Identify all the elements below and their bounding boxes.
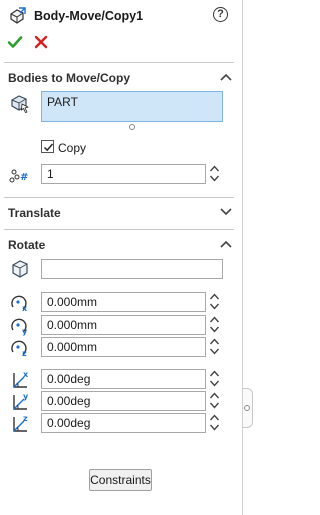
cube-origin-icon: [12, 260, 28, 278]
page-title: Body-Move/Copy1: [34, 9, 144, 23]
number-of-copies-icon: #: [9, 169, 28, 183]
z-angle-input[interactable]: 0.00deg: [41, 413, 206, 433]
copies-spinner[interactable]: [207, 164, 222, 184]
solid-body-icon: [11, 95, 30, 113]
chevron-down-icon[interactable]: [209, 379, 220, 388]
checkmark-icon[interactable]: [7, 34, 23, 50]
x-angle-spinner[interactable]: [207, 369, 222, 389]
chevron-down-icon[interactable]: [209, 347, 220, 356]
x-offset-spinner[interactable]: [207, 292, 222, 312]
svg-text:y: y: [22, 327, 28, 336]
title-row: Body-Move/Copy1 ?: [0, 0, 243, 32]
section-title-rotate[interactable]: Rotate: [8, 238, 45, 252]
chevron-down-icon[interactable]: [209, 423, 220, 432]
x-angle-input[interactable]: 0.00deg: [41, 369, 206, 389]
collapse-handle-dot: [244, 405, 250, 411]
y-angle-spinner[interactable]: [207, 391, 222, 411]
chevron-up-icon[interactable]: [220, 73, 232, 81]
checkmark-icon: [43, 143, 54, 152]
svg-text:z: z: [23, 414, 28, 423]
property-manager-panel: Body-Move/Copy1 ? Bodies to Move/Copy PA…: [0, 0, 243, 515]
svg-text:x: x: [23, 370, 29, 379]
chevron-down-icon[interactable]: [209, 401, 220, 410]
copy-checkbox[interactable]: [41, 140, 54, 153]
divider: [4, 229, 234, 230]
chevron-up-icon[interactable]: [209, 413, 220, 422]
x-rotate-icon: x: [13, 370, 29, 388]
panel-collapse-handle[interactable]: [243, 388, 253, 428]
chevron-up-icon[interactable]: [209, 337, 220, 346]
divider: [4, 62, 234, 63]
constraints-button[interactable]: Constraints: [89, 469, 152, 491]
section-title-bodies[interactable]: Bodies to Move/Copy: [8, 71, 130, 85]
svg-text:x: x: [22, 304, 28, 313]
rotation-origin-input[interactable]: [41, 259, 223, 279]
chevron-up-icon[interactable]: [209, 164, 220, 173]
list-resize-handle[interactable]: [129, 124, 135, 130]
y-delta-icon: y: [11, 318, 28, 336]
z-delta-icon: z: [11, 340, 27, 358]
z-rotate-icon: z: [13, 414, 28, 432]
chevron-up-icon[interactable]: [209, 315, 220, 324]
divider: [4, 197, 234, 198]
chevron-up-icon[interactable]: [209, 292, 220, 301]
svg-text:z: z: [22, 349, 27, 358]
chevron-down-icon[interactable]: [209, 325, 220, 334]
move-copy-body-icon: [10, 7, 26, 24]
chevron-down-icon[interactable]: [209, 174, 220, 183]
chevron-up-icon[interactable]: [209, 391, 220, 400]
svg-text:#: #: [20, 172, 28, 183]
x-delta-icon: x: [11, 295, 28, 313]
chevron-down-icon[interactable]: [209, 302, 220, 311]
x-offset-input[interactable]: 0.000mm: [41, 292, 206, 312]
z-offset-input[interactable]: 0.000mm: [41, 337, 206, 357]
x-icon[interactable]: [34, 35, 48, 49]
copy-label: Copy: [58, 141, 87, 155]
section-title-translate[interactable]: Translate: [8, 206, 61, 220]
copies-count-input[interactable]: 1: [41, 164, 206, 184]
chevron-up-icon[interactable]: [220, 240, 232, 248]
z-angle-spinner[interactable]: [207, 413, 222, 433]
chevron-down-icon[interactable]: [220, 208, 232, 216]
svg-text:y: y: [23, 392, 29, 401]
y-angle-input[interactable]: 0.00deg: [41, 391, 206, 411]
z-offset-spinner[interactable]: [207, 337, 222, 357]
y-offset-spinner[interactable]: [207, 315, 222, 335]
y-rotate-icon: y: [13, 392, 29, 410]
list-item[interactable]: PART: [47, 95, 78, 109]
bodies-selection-list[interactable]: PART: [41, 91, 223, 122]
help-circle-icon[interactable]: ?: [213, 7, 228, 22]
y-offset-input[interactable]: 0.000mm: [41, 315, 206, 335]
chevron-up-icon[interactable]: [209, 369, 220, 378]
